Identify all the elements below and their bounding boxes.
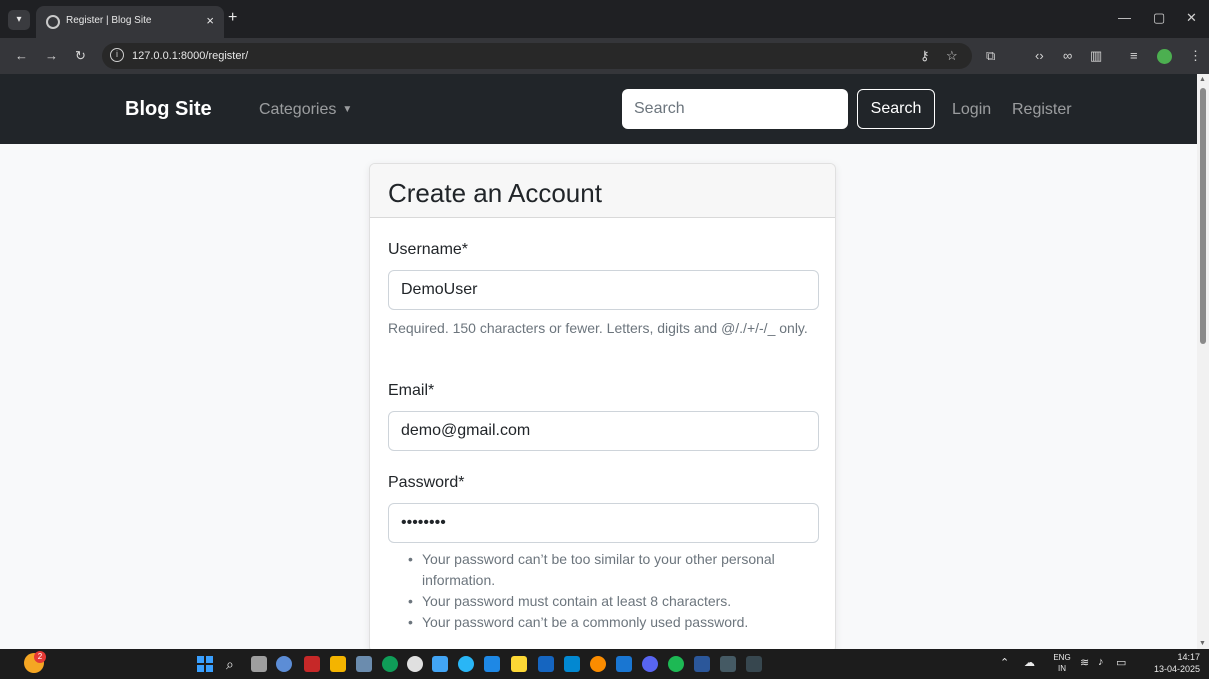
outlook-icon[interactable]: [538, 656, 554, 672]
store-icon[interactable]: [356, 656, 372, 672]
reading-mode-icon[interactable]: ▥: [1090, 48, 1102, 64]
os-taskbar: 2 ⌕ ⌃ ☁ ENG IN ≋ ♪ ▭ 14:17 13-04-2025: [0, 649, 1209, 679]
clock-time: 14:17: [1177, 652, 1200, 662]
system-clock[interactable]: 14:17 13-04-2025: [1150, 651, 1200, 675]
spotify-icon[interactable]: [668, 656, 684, 672]
file-explorer-icon[interactable]: [330, 656, 346, 672]
password-field[interactable]: [388, 503, 819, 543]
register-card: Create an Account Username* Required. 15…: [369, 163, 836, 653]
password-rules-list: Your password can’t be too similar to yo…: [388, 549, 819, 633]
categories-label: Categories: [259, 101, 337, 118]
sticky-notes-icon[interactable]: [511, 656, 527, 672]
language-bottom: IN: [1058, 664, 1066, 673]
scroll-thumb[interactable]: [1200, 88, 1206, 344]
edge-icon[interactable]: [382, 656, 398, 672]
browser-toolbar: ← → ↻ i 127.0.0.1:8000/register/ ⚷ ☆ ⧉ ‹…: [0, 38, 1209, 74]
task-view-icon[interactable]: [251, 656, 267, 672]
app-icon[interactable]: [407, 656, 423, 672]
mcafee-icon[interactable]: [304, 656, 320, 672]
username-label: Username*: [388, 241, 469, 258]
taskbar-search-icon[interactable]: ⌕: [226, 656, 242, 672]
widgets-icon[interactable]: [276, 656, 292, 672]
search-input[interactable]: [622, 89, 848, 129]
windows-start-icon[interactable]: [197, 656, 213, 672]
media-queue-icon[interactable]: ≡: [1130, 48, 1138, 63]
extensions-icon[interactable]: ⧉: [986, 48, 995, 64]
onedrive-icon[interactable]: ☁: [1024, 656, 1035, 669]
password-rule: Your password can’t be a commonly used p…: [388, 612, 819, 633]
password-label: Password*: [388, 474, 465, 491]
notepad-icon[interactable]: [432, 656, 448, 672]
bookmark-star-icon[interactable]: ☆: [946, 48, 958, 64]
password-rule: Your password must contain at least 8 ch…: [388, 591, 819, 612]
app-icon[interactable]: [458, 656, 474, 672]
site-navbar: Blog Site Categories ▼ Search Login Regis…: [0, 74, 1197, 144]
chrome-icon[interactable]: [590, 656, 606, 672]
back-arrow-icon[interactable]: ←: [15, 48, 28, 63]
card-header: Create an Account: [370, 164, 835, 218]
address-bar[interactable]: i 127.0.0.1:8000/register/: [102, 43, 972, 69]
browser-tab-bar: ▾ Register | Blog Site × + — ▢ ✕: [0, 0, 1209, 38]
register-link[interactable]: Register: [1012, 101, 1072, 119]
menu-kebab-icon[interactable]: ⋮: [1189, 48, 1202, 64]
password-rule: Your password can’t be too similar to yo…: [388, 549, 819, 591]
active-tab[interactable]: Register | Blog Site ×: [36, 6, 224, 38]
forward-arrow-icon[interactable]: →: [45, 48, 58, 63]
link-icon[interactable]: ∞: [1063, 48, 1072, 63]
password-key-icon[interactable]: ⚷: [920, 48, 930, 64]
wifi-icon[interactable]: ≋: [1080, 656, 1089, 669]
page-title: Create an Account: [388, 178, 602, 208]
email-label: Email*: [388, 382, 435, 399]
url-text: 127.0.0.1:8000/register/: [132, 50, 249, 62]
clock-date: 13-04-2025: [1153, 664, 1200, 674]
terminal-icon[interactable]: [746, 656, 762, 672]
restore-button[interactable]: ▢: [1153, 10, 1165, 26]
new-tab-button[interactable]: +: [228, 9, 237, 27]
username-help-text: Required. 150 characters or fewer. Lette…: [388, 320, 808, 336]
site-info-icon[interactable]: i: [110, 48, 124, 62]
username-field[interactable]: [388, 270, 819, 310]
language-indicator[interactable]: ENG IN: [1051, 652, 1073, 674]
tab-title: Register | Blog Site: [66, 15, 152, 26]
brand-logo[interactable]: Blog Site: [125, 98, 212, 121]
vscode-icon[interactable]: [616, 656, 632, 672]
page-scrollbar[interactable]: ▲ ▼: [1197, 74, 1209, 649]
reload-icon[interactable]: ↻: [75, 48, 86, 64]
email-field[interactable]: [388, 411, 819, 451]
globe-icon: [46, 15, 60, 29]
tab-search-button[interactable]: ▾: [8, 10, 30, 30]
scroll-down-arrow-icon[interactable]: ▼: [1199, 640, 1206, 647]
app-icon[interactable]: [484, 656, 500, 672]
login-link[interactable]: Login: [952, 101, 991, 119]
volume-icon[interactable]: ♪: [1098, 656, 1104, 668]
profile-avatar-icon[interactable]: [1157, 49, 1172, 64]
tray-chevron-icon[interactable]: ⌃: [1000, 656, 1009, 669]
language-top: ENG: [1053, 653, 1071, 662]
close-window-button[interactable]: ✕: [1186, 10, 1197, 26]
scroll-up-arrow-icon[interactable]: ▲: [1199, 76, 1206, 83]
app-icon[interactable]: [720, 656, 736, 672]
word-icon[interactable]: [694, 656, 710, 672]
categories-dropdown[interactable]: Categories ▼: [259, 101, 352, 119]
app-icon[interactable]: [564, 656, 580, 672]
battery-icon[interactable]: ▭: [1116, 656, 1126, 669]
code-icon[interactable]: ‹›: [1035, 48, 1044, 63]
close-tab-icon[interactable]: ×: [206, 13, 214, 28]
notification-count-badge: 2: [34, 651, 46, 663]
caret-down-icon: ▼: [342, 104, 353, 116]
search-button[interactable]: Search: [857, 89, 935, 129]
minimize-button[interactable]: —: [1118, 10, 1131, 25]
discord-icon[interactable]: [642, 656, 658, 672]
